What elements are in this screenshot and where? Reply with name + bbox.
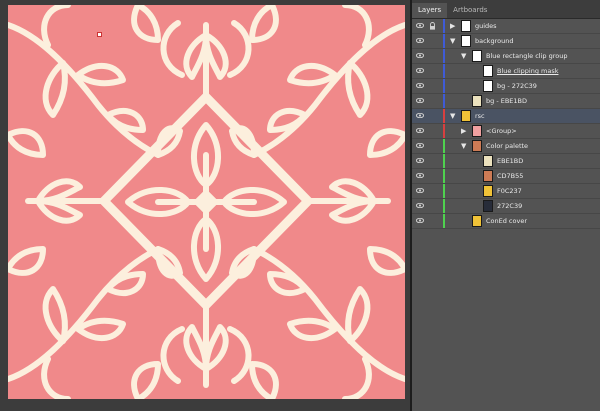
layer-color-bar: [443, 139, 445, 153]
layer-thumbnail: [472, 50, 482, 62]
layer-row[interactable]: ConEd cover: [412, 214, 600, 229]
layer-color-bar: [443, 124, 445, 138]
layer-label[interactable]: F0C237: [497, 184, 522, 198]
lock-icon[interactable]: [429, 157, 436, 165]
eye-icon[interactable]: [416, 98, 424, 103]
layer-label[interactable]: <Group>: [486, 124, 517, 138]
expand-triangle-icon[interactable]: ▶: [461, 127, 466, 135]
lock-icon[interactable]: [429, 112, 436, 120]
layer-list: ▶ guides ▼ background ▼ Blue rectangle clip g…: [412, 19, 600, 229]
panel-tabs: Layers Artboards: [412, 0, 600, 19]
layer-color-bar: [443, 154, 445, 168]
eye-icon[interactable]: [416, 218, 424, 223]
layer-thumbnail: [483, 185, 493, 197]
collapse-triangle-icon[interactable]: ▼: [461, 52, 466, 60]
lock-icon[interactable]: [429, 97, 436, 105]
eye-icon[interactable]: [416, 188, 424, 193]
layer-row[interactable]: F0C237: [412, 184, 600, 199]
collapse-triangle-icon[interactable]: ▼: [450, 37, 455, 45]
layer-thumbnail: [483, 80, 493, 92]
layer-label[interactable]: Blue clipping mask: [497, 64, 558, 78]
eye-icon[interactable]: [416, 53, 424, 58]
layer-label[interactable]: bg - 272C39: [497, 79, 537, 93]
eye-icon[interactable]: [416, 83, 424, 88]
layer-label[interactable]: guides: [475, 19, 497, 33]
layer-row[interactable]: 272C39: [412, 199, 600, 214]
layer-label[interactable]: background: [475, 34, 513, 48]
eye-icon[interactable]: [416, 68, 424, 73]
layer-thumbnail: [472, 95, 482, 107]
layer-thumbnail: [483, 155, 493, 167]
collapse-triangle-icon[interactable]: ▼: [461, 142, 466, 150]
layer-thumbnail: [472, 125, 482, 137]
lock-icon[interactable]: [429, 67, 436, 75]
layer-color-bar: [443, 19, 445, 33]
layer-label[interactable]: ConEd cover: [486, 214, 527, 228]
layers-panel: Layers Artboards ▶ guides ▼ background ▼ Blue…: [412, 0, 600, 411]
lock-icon[interactable]: [429, 37, 436, 45]
eye-icon[interactable]: [416, 173, 424, 178]
layer-color-bar: [443, 49, 445, 63]
layer-color-bar: [443, 34, 445, 48]
expand-triangle-icon[interactable]: ▶: [450, 22, 455, 30]
artboard-pattern[interactable]: [8, 5, 405, 399]
layer-color-bar: [443, 64, 445, 78]
canvas-area[interactable]: [0, 0, 410, 411]
lock-icon[interactable]: [429, 127, 436, 135]
collapse-triangle-icon[interactable]: ▼: [450, 112, 455, 120]
layer-color-bar: [443, 79, 445, 93]
eye-icon[interactable]: [416, 203, 424, 208]
layer-thumbnail: [483, 170, 493, 182]
layer-thumbnail: [472, 215, 482, 227]
layer-row[interactable]: bg - 272C39: [412, 79, 600, 94]
lock-icon[interactable]: [429, 217, 436, 225]
layer-thumbnail: [472, 140, 482, 152]
layer-color-bar: [443, 184, 445, 198]
layer-thumbnail: [461, 20, 471, 32]
layer-thumbnail: [461, 35, 471, 47]
layer-color-bar: [443, 214, 445, 228]
eye-icon[interactable]: [416, 143, 424, 148]
layer-color-bar: [443, 94, 445, 108]
layer-color-bar: [443, 109, 445, 123]
selection-anchor-point[interactable]: [97, 32, 102, 37]
layer-thumbnail: [483, 200, 493, 212]
layer-label[interactable]: bg - EBE1BD: [486, 94, 527, 108]
layer-color-bar: [443, 199, 445, 213]
eye-icon[interactable]: [416, 38, 424, 43]
layer-label[interactable]: rsc: [475, 109, 485, 123]
lock-icon[interactable]: [429, 187, 436, 195]
eye-icon[interactable]: [416, 113, 424, 118]
layer-label[interactable]: Blue rectangle clip group: [486, 49, 567, 63]
layer-row[interactable]: ▼ Blue rectangle clip group: [412, 49, 600, 64]
layer-row[interactable]: ▶ <Group>: [412, 124, 600, 139]
layer-label[interactable]: Color palette: [486, 139, 528, 153]
layer-row[interactable]: ▼ Color palette: [412, 139, 600, 154]
lock-icon[interactable]: [429, 52, 436, 60]
layer-row[interactable]: CD7B55: [412, 169, 600, 184]
tab-artboards[interactable]: Artboards: [447, 3, 493, 18]
lock-icon[interactable]: [429, 142, 436, 150]
lock-icon[interactable]: [429, 202, 436, 210]
floral-pattern-artwork: [8, 5, 405, 399]
layer-color-bar: [443, 169, 445, 183]
lock-icon[interactable]: [429, 172, 436, 180]
lock-icon[interactable]: [429, 22, 436, 30]
layer-row[interactable]: Blue clipping mask: [412, 64, 600, 79]
eye-icon[interactable]: [416, 23, 424, 28]
layer-row[interactable]: ▶ guides: [412, 19, 600, 34]
lock-icon[interactable]: [429, 82, 436, 90]
tab-layers[interactable]: Layers: [412, 3, 448, 18]
eye-icon[interactable]: [416, 158, 424, 163]
eye-icon[interactable]: [416, 128, 424, 133]
layer-thumbnail: [461, 110, 471, 122]
layer-label[interactable]: EBE1BD: [497, 154, 523, 168]
layer-label[interactable]: CD7B55: [497, 169, 523, 183]
layer-row[interactable]: ▼ rsc: [412, 109, 600, 124]
layer-row[interactable]: bg - EBE1BD: [412, 94, 600, 109]
layer-row[interactable]: ▼ background: [412, 34, 600, 49]
layer-label[interactable]: 272C39: [497, 199, 522, 213]
layer-row[interactable]: EBE1BD: [412, 154, 600, 169]
layer-thumbnail: [483, 65, 493, 77]
